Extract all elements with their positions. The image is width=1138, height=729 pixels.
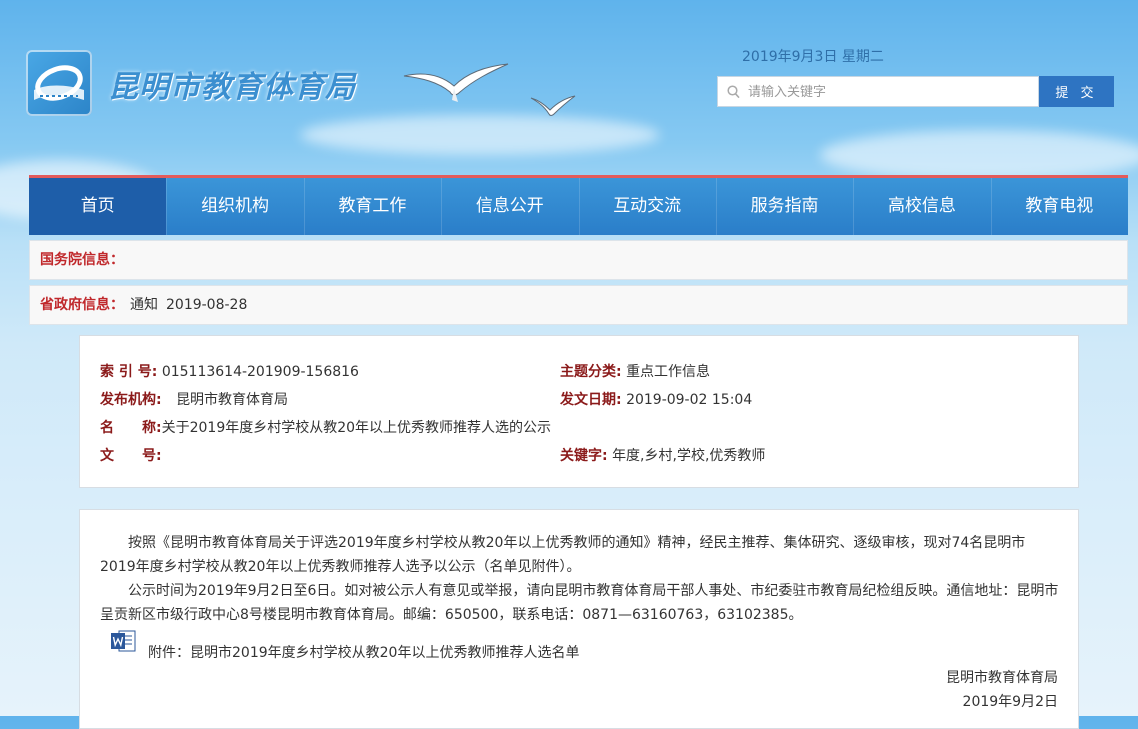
meta-keywords: 关键字: 年度,乡村,学校,优秀教师 xyxy=(560,445,765,465)
attachment-link[interactable]: 附件：昆明市2019年度乡村学校从教20年以上优秀教师推荐人选名单 xyxy=(148,642,579,662)
meta-index-label: 索 引 号: xyxy=(100,364,158,380)
site-title: 昆明市教育体育局 xyxy=(108,70,356,105)
meta-issue-date: 发文日期: 2019-09-02 15:04 xyxy=(560,389,752,409)
provincial-news-date: 2019-08-28 xyxy=(166,297,248,313)
meta-org-value: 昆明市教育体育局 xyxy=(176,392,289,408)
cloud xyxy=(300,115,660,155)
provincial-bar: 省政府信息： 通知 2019-08-28 xyxy=(29,285,1128,325)
state-council-bar: 国务院信息： xyxy=(29,240,1128,280)
signature-date: 2019年9月2日 xyxy=(962,694,1058,710)
meta-index: 索 引 号: 015113614-201909-156816 xyxy=(100,361,359,381)
signature-org: 昆明市教育体育局 xyxy=(946,670,1058,686)
search-icon xyxy=(727,85,740,99)
meta-issue-date-value: 2019-09-02 15:04 xyxy=(626,392,753,408)
meta-doc-no-label: 文 号: xyxy=(100,448,162,464)
meta-name-label: 名 称: xyxy=(100,420,162,436)
current-date: 2019年9月3日 星期二 xyxy=(742,49,884,65)
submit-button[interactable]: 提 交 xyxy=(1039,76,1114,107)
word-document-icon[interactable] xyxy=(110,629,136,653)
meta-index-value: 015113614-201909-156816 xyxy=(161,364,359,380)
logo-emblem-icon xyxy=(34,65,84,101)
article-paragraph: 按照《昆明市教育体育局关于评选2019年度乡村学校从教20年以上优秀教师的通知》… xyxy=(100,535,1026,575)
state-council-label: 国务院信息： xyxy=(40,252,124,268)
meta-name: 名 称:关于2019年度乡村学校从教20年以上优秀教师推荐人选的公示 xyxy=(100,417,551,437)
nav-item-interaction[interactable]: 互动交流 xyxy=(578,178,716,235)
meta-org-label: 发布机构: xyxy=(100,392,162,408)
main-nav: 首页 组织机构 教育工作 信息公开 互动交流 服务指南 高校信息 教育电视 xyxy=(29,175,1128,235)
search-box xyxy=(717,76,1039,108)
nav-item-education-work[interactable]: 教育工作 xyxy=(303,178,441,235)
nav-item-education-tv[interactable]: 教育电视 xyxy=(990,178,1128,235)
document-meta: 索 引 号: 015113614-201909-156816 主题分类: 重点工… xyxy=(79,335,1079,488)
nav-item-university-info[interactable]: 高校信息 xyxy=(853,178,990,235)
meta-issue-date-label: 发文日期: xyxy=(560,392,622,408)
provincial-label: 省政府信息： xyxy=(40,297,124,313)
meta-org: 发布机构: 昆明市教育体育局 xyxy=(100,389,288,409)
article-body: 按照《昆明市教育体育局关于评选2019年度乡村学校从教20年以上优秀教师的通知》… xyxy=(79,509,1079,729)
meta-keywords-label: 关键字: xyxy=(560,448,608,464)
meta-name-value: 关于2019年度乡村学校从教20年以上优秀教师推荐人选的公示 xyxy=(161,420,552,436)
meta-theme-value: 重点工作信息 xyxy=(626,364,711,380)
seagull-icon xyxy=(530,95,576,116)
search-input[interactable] xyxy=(746,77,1038,108)
nav-item-service-guide[interactable]: 服务指南 xyxy=(715,178,853,235)
nav-item-info-disclosure[interactable]: 信息公开 xyxy=(441,178,578,235)
provincial-news-link[interactable]: 通知 xyxy=(130,297,158,313)
meta-theme-label: 主题分类: xyxy=(560,364,622,380)
meta-theme: 主题分类: 重点工作信息 xyxy=(560,361,710,381)
article-paragraph: 公示时间为2019年9月2日至6日。如对被公示人有意见或举报，请向昆明市教育体育… xyxy=(100,583,1059,623)
nav-item-organization[interactable]: 组织机构 xyxy=(166,178,303,235)
meta-doc-no: 文 号: xyxy=(100,445,162,465)
cloud xyxy=(820,130,1138,180)
nav-item-home[interactable]: 首页 xyxy=(29,178,167,235)
site-logo[interactable] xyxy=(26,50,92,116)
seagull-icon xyxy=(403,63,509,102)
meta-keywords-value: 年度,乡村,学校,优秀教师 xyxy=(612,448,766,464)
